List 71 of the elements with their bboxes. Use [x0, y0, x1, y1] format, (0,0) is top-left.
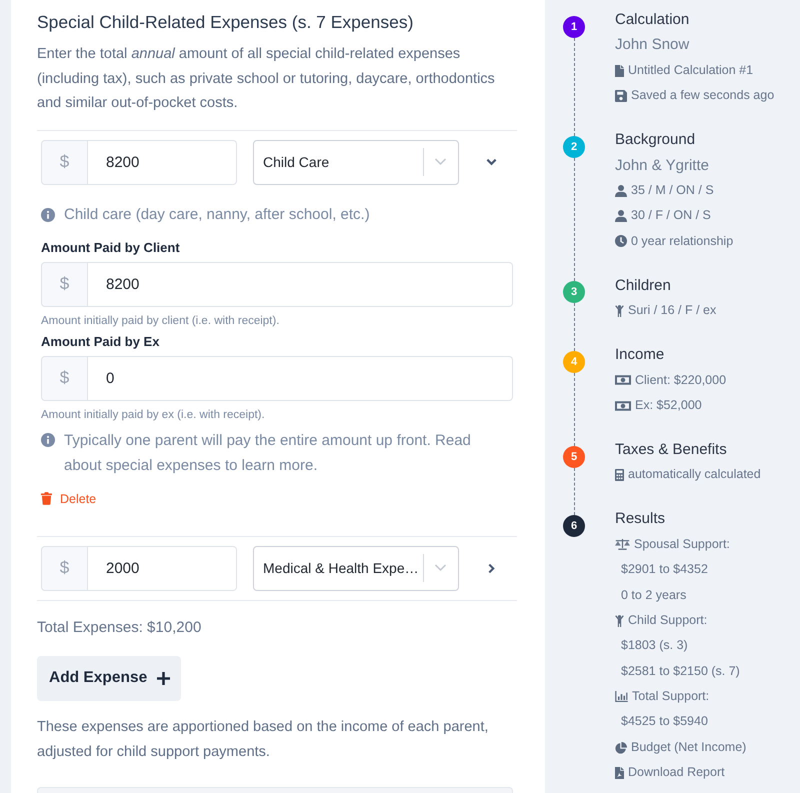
chevron-right-icon[interactable] [488, 562, 495, 574]
step-detail: Untitled Calculation #1 [628, 62, 754, 79]
info-note: Typically one parent will pay the entire amount up front. Read about special expenses to learn more. [64, 430, 472, 476]
step-title[interactable]: Taxes & Benefits [615, 436, 727, 462]
balance-scale-icon [615, 538, 630, 550]
calculator-icon [615, 469, 624, 482]
amount-input[interactable]: 0 [88, 356, 513, 400]
clock-icon [615, 235, 627, 248]
field-label: Amount Paid by Client [41, 238, 180, 256]
step-detail: 30 / F / ON / S [631, 207, 711, 224]
child-icon [615, 304, 624, 317]
step-detail: Spousal Support: [634, 536, 730, 553]
currency-addon: $ [41, 140, 88, 184]
document-icon [615, 64, 624, 76]
step-subtitle: John & Ygritte [615, 156, 709, 176]
step-detail: Client: $220,000 [635, 372, 726, 389]
step-detail: Child Support: [628, 612, 708, 629]
amount-input[interactable]: 8200 [88, 140, 237, 184]
step-number[interactable]: 6 [563, 515, 585, 538]
step-detail: 35 / M / ON / S [631, 182, 714, 199]
currency-addon: $ [41, 262, 88, 306]
bar-chart-icon [615, 691, 628, 702]
amount-input[interactable]: 2000 [88, 546, 237, 590]
step-title[interactable]: Children [615, 272, 671, 298]
info-text: Child care (day care, nanny, after school, etc.) [64, 204, 370, 224]
trash-icon [41, 492, 52, 505]
step-number[interactable]: 1 [563, 16, 585, 38]
step-detail: $4525 to $5940 [621, 713, 708, 730]
plus-icon [157, 672, 170, 685]
step-detail: automatically calculated [628, 466, 761, 484]
total-expenses: Total Expenses: $10,200 [37, 618, 202, 638]
step-detail: 0 to 2 years [621, 586, 686, 604]
step-title[interactable]: Results [615, 506, 666, 532]
help-text: Amount initially paid by ex (i.e. with receipt). [41, 408, 265, 422]
step-detail: $1803 (s. 3) [621, 637, 688, 654]
step-detail: Saved a few seconds ago [631, 87, 774, 104]
step-title[interactable]: Calculation [615, 7, 690, 32]
step-detail: 0 year relationship [631, 232, 734, 250]
banknote-icon [615, 400, 631, 411]
user-icon [615, 210, 627, 222]
step-detail: $2581 to $2150 (s. 7) [621, 662, 740, 680]
step-detail: $2901 to $4352 [621, 561, 708, 578]
intro-paragraph: Enter the total annual amount of all special child-related expenses (including tax), such as private school or tutoring, daycare, orthodontics and similar out-of-pocket costs. [37, 45, 496, 113]
step-title[interactable]: Background [615, 127, 696, 153]
section-title: Special Child-Related Expenses (s. 7 Expenses) [37, 11, 414, 34]
step-subtitle: John Snow [615, 35, 690, 56]
currency-addon: $ [41, 546, 88, 590]
help-text: Amount initially paid by client (i.e. with receipt). [41, 314, 280, 328]
category-select[interactable]: Child Care [253, 140, 459, 184]
step-detail: Total Support: [632, 688, 710, 706]
amount-input[interactable]: 8200 [88, 262, 513, 306]
footer-note: These expenses are apportioned based on the income of each parent, adjusted for child support payments. [37, 718, 490, 762]
category-select[interactable]: Medical & Health Expe… [253, 546, 459, 590]
banknote-icon [615, 375, 631, 386]
child-icon [615, 614, 624, 627]
user-icon [615, 184, 627, 197]
step-detail: Suri / 16 / F / ex [628, 302, 716, 320]
info-icon [41, 208, 55, 222]
chevron-down-icon [434, 158, 447, 166]
step-title[interactable]: Income [615, 342, 664, 368]
add-expense-button[interactable]: Add Expense [37, 656, 182, 701]
currency-addon: $ [41, 356, 88, 400]
pie-chart-icon [615, 742, 627, 754]
pdf-document-icon [615, 766, 624, 779]
chevron-down-icon [434, 564, 447, 572]
field-label: Amount Paid by Ex [41, 332, 160, 350]
result-link[interactable]: Budget (Net Income) [631, 734, 746, 760]
step-detail: Ex: $52,000 [635, 396, 702, 414]
chevron-down-icon[interactable] [486, 158, 497, 166]
info-icon [41, 433, 55, 447]
result-link[interactable]: Download Report [628, 760, 725, 786]
